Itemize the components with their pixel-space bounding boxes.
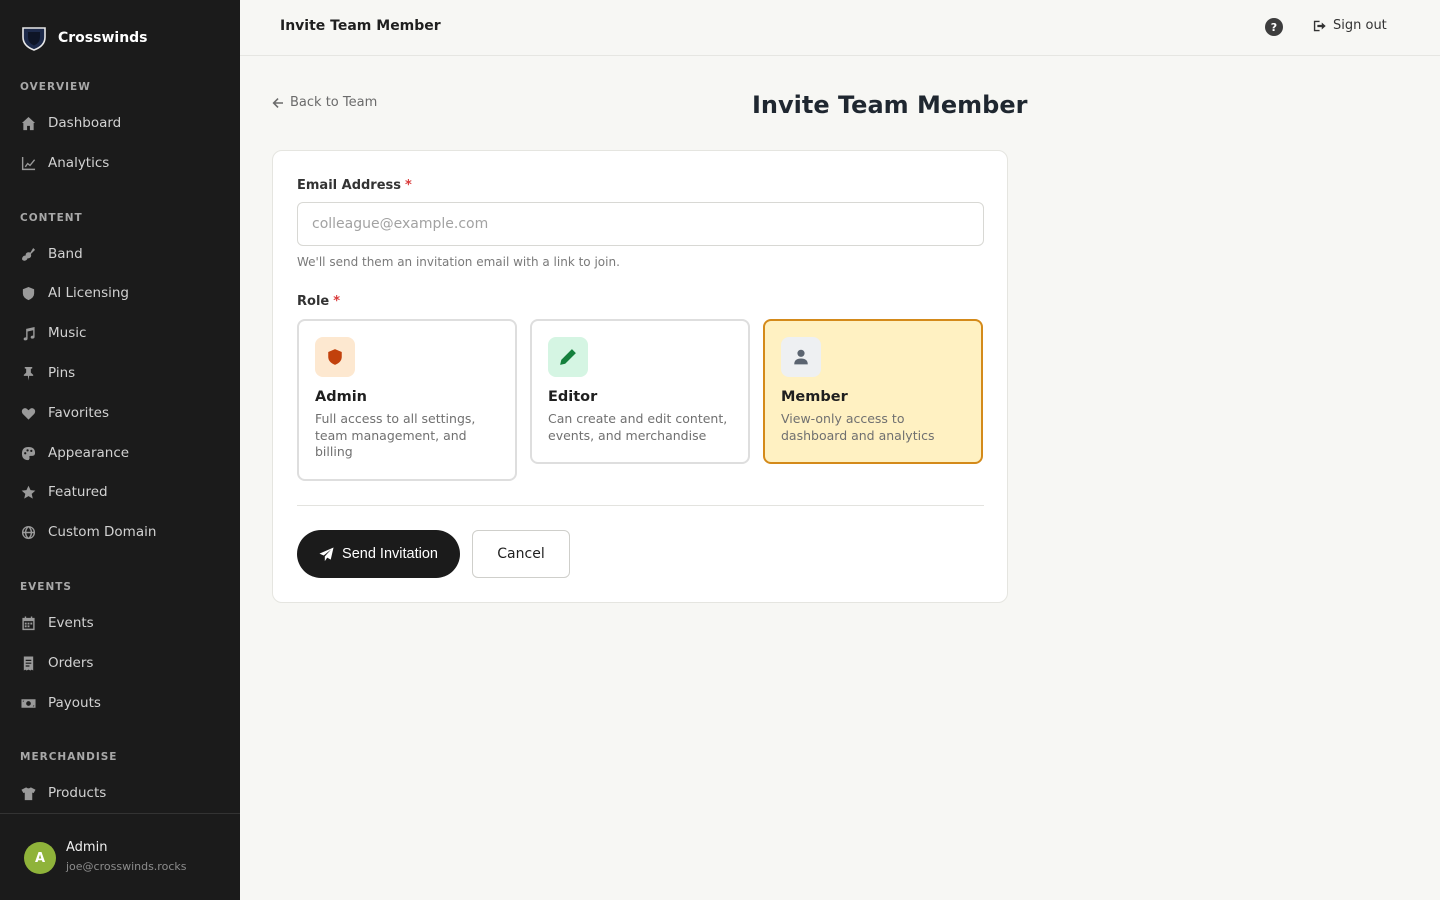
guitar-icon [20, 246, 37, 263]
star-icon [20, 484, 37, 501]
receipt-icon [20, 655, 37, 672]
role-description: Full access to all settings, team manage… [315, 411, 476, 459]
calendar-icon [20, 615, 37, 632]
role-option-editor[interactable]: Editor Can create and edit content, even… [530, 319, 750, 464]
required-marker: * [333, 294, 341, 309]
sidebar-item-orders[interactable]: Orders [20, 647, 220, 679]
shirt-icon [20, 785, 37, 802]
user-email: joe@crosswinds.rocks [66, 860, 187, 873]
email-help-text: We'll send them an invitation email with… [297, 255, 620, 269]
home-icon [20, 115, 37, 132]
role-name: Admin [315, 389, 368, 405]
sidebar-item-dashboard[interactable]: Dashboard [20, 107, 220, 139]
section-overview: OVERVIEW [20, 81, 91, 93]
page-title: Invite Team Member [752, 91, 1028, 119]
sidebar-item-label: Appearance [48, 445, 130, 461]
sidebar: Crosswinds OVERVIEW Dashboard Analytics … [0, 0, 240, 900]
send-invitation-button[interactable]: Send Invitation [297, 530, 460, 578]
user-icon [794, 349, 808, 365]
sign-out-icon [1313, 20, 1326, 31]
music-note-icon [20, 325, 37, 342]
arrow-left-icon [272, 97, 283, 108]
sidebar-item-label: Custom Domain [48, 524, 157, 540]
cancel-button[interactable]: Cancel [472, 530, 570, 578]
role-label-text: Role [297, 294, 330, 309]
sidebar-item-label: Pins [48, 365, 76, 381]
send-invitation-label: Send Invitation [342, 546, 438, 562]
sidebar-item-favorites[interactable]: Favorites [20, 397, 220, 429]
sidebar-item-analytics[interactable]: Analytics [20, 147, 220, 179]
role-label: Role * [297, 294, 340, 309]
brand-name: Crosswinds [58, 30, 148, 46]
paper-plane-icon [319, 546, 334, 561]
invite-form-card: Email Address* We'll send them an invita… [272, 150, 1008, 603]
sidebar-item-label: Band [48, 246, 83, 262]
sidebar-item-label: Products [48, 785, 107, 801]
topbar-title: Invite Team Member [280, 18, 441, 34]
back-link-label: Back to Team [290, 95, 378, 110]
avatar: A [24, 842, 56, 874]
sidebar-item-label: Orders [48, 655, 94, 671]
sidebar-item-label: Favorites [48, 405, 109, 421]
member-role-icon-badge [781, 337, 821, 377]
sidebar-item-label: Featured [48, 484, 108, 500]
section-merchandise: MERCHANDISE [20, 751, 118, 763]
section-content: CONTENT [20, 212, 83, 224]
role-description: Can create and edit content, events, and… [548, 411, 728, 443]
divider [297, 505, 984, 506]
sidebar-item-label: Payouts [48, 695, 101, 711]
chart-line-icon [20, 155, 37, 172]
sign-out-label: Sign out [1333, 18, 1387, 33]
user-name: Admin [66, 840, 108, 855]
sidebar-item-custom-domain[interactable]: Custom Domain [20, 516, 220, 548]
admin-role-icon-badge [315, 337, 355, 377]
role-name: Member [781, 389, 848, 405]
money-icon [20, 695, 37, 712]
palette-icon [20, 445, 37, 462]
sidebar-item-featured[interactable]: Featured [20, 476, 220, 508]
sidebar-item-appearance[interactable]: Appearance [20, 437, 220, 469]
sidebar-item-pins[interactable]: Pins [20, 357, 220, 389]
globe-icon [20, 524, 37, 541]
user-profile[interactable]: A Admin joe@crosswinds.rocks [0, 813, 240, 900]
pencil-icon [560, 349, 576, 365]
role-option-admin[interactable]: Admin Full access to all settings, team … [297, 319, 517, 481]
email-field[interactable] [297, 202, 984, 246]
sidebar-item-products[interactable]: Products [20, 777, 220, 809]
sidebar-item-music[interactable]: Music [20, 317, 220, 349]
sidebar-item-events[interactable]: Events [20, 607, 220, 639]
sidebar-item-label: Music [48, 325, 87, 341]
role-description: View-only access to dashboard and analyt… [781, 411, 935, 443]
required-marker: * [405, 178, 412, 193]
help-icon[interactable]: ? [1265, 18, 1283, 36]
role-option-member[interactable]: Member View-only access to dashboard and… [763, 319, 983, 464]
role-name: Editor [548, 389, 598, 405]
topbar: Invite Team Member ? Sign out [240, 0, 1440, 56]
sidebar-item-payouts[interactable]: Payouts [20, 687, 220, 719]
shield-icon [20, 285, 37, 302]
sidebar-item-label: Analytics [48, 155, 110, 171]
sidebar-item-band[interactable]: Band [20, 238, 220, 270]
section-events: EVENTS [20, 581, 72, 593]
pin-icon [20, 365, 37, 382]
back-to-team-link[interactable]: Back to Team [272, 95, 377, 110]
crosswinds-logo-icon [22, 27, 46, 51]
sign-out-button[interactable]: Sign out [1313, 18, 1387, 33]
heart-icon [20, 405, 37, 422]
sidebar-item-ai-licensing[interactable]: AI Licensing [20, 277, 220, 309]
email-label-text: Email Address [297, 178, 402, 193]
brand[interactable]: Crosswinds [20, 24, 148, 52]
email-label: Email Address * [297, 178, 412, 193]
shield-icon [328, 349, 342, 365]
sidebar-item-label: Dashboard [48, 115, 122, 131]
editor-role-icon-badge [548, 337, 588, 377]
sidebar-item-label: AI Licensing [48, 285, 129, 301]
sidebar-item-label: Events [48, 615, 94, 631]
